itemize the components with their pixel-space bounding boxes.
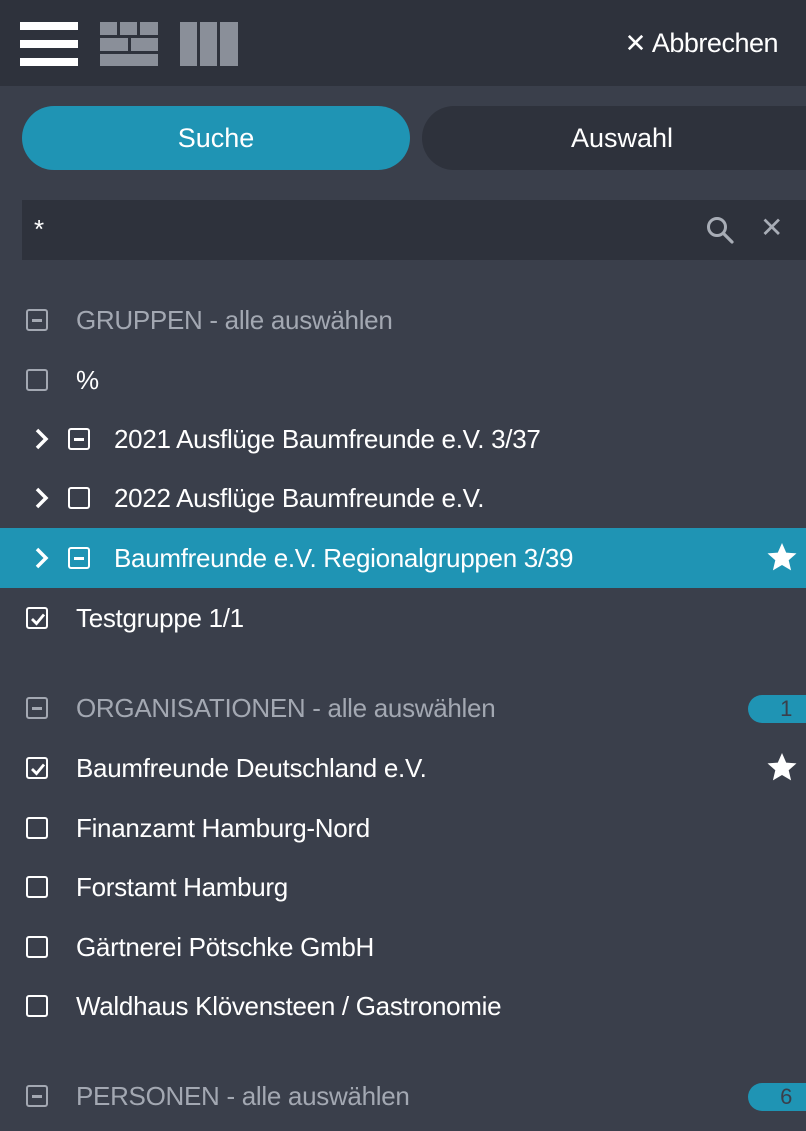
list-item-label: 2022 Ausflüge Baumfreunde e.V. — [114, 482, 485, 513]
checkbox[interactable] — [26, 369, 48, 391]
checkbox[interactable] — [68, 428, 90, 450]
close-icon: ✕ — [624, 28, 647, 58]
chevron-right-icon[interactable] — [34, 427, 50, 458]
list-item[interactable]: % — [0, 350, 806, 410]
star-icon[interactable] — [766, 542, 798, 579]
search-icon[interactable] — [706, 216, 734, 249]
groups-header-label: GRUPPEN - alle auswählen — [76, 304, 393, 335]
list-item[interactable]: Finanzamt Hamburg-Nord — [0, 798, 806, 858]
checkbox[interactable] — [26, 876, 48, 898]
list-item-label: 2021 Ausflüge Baumfreunde e.V. 3/37 — [114, 423, 541, 454]
list-item[interactable]: Gärtnerei Pötschke GmbH — [0, 917, 806, 977]
cancel-label: Abbrechen — [651, 28, 779, 58]
checkbox[interactable] — [26, 817, 48, 839]
tab-auswahl[interactable]: Auswahl — [422, 106, 806, 170]
checkbox-checked[interactable] — [26, 757, 48, 779]
tab-bar: Suche Auswahl — [22, 106, 806, 170]
select-all-persons-checkbox[interactable] — [26, 1085, 48, 1107]
list-item[interactable]: 2021 Ausflüge Baumfreunde e.V. 3/37 — [0, 409, 806, 469]
grid-view-icon[interactable] — [100, 22, 158, 71]
organisations-header-label: ORGANISATIONEN - alle auswählen — [76, 692, 496, 723]
checkbox[interactable] — [68, 487, 90, 509]
checkbox[interactable] — [26, 936, 48, 958]
tab-suche[interactable]: Suche — [22, 106, 410, 170]
column-view-icon[interactable] — [180, 22, 238, 71]
search-bar: * ✕ — [22, 200, 806, 260]
list-item-label: Testgruppe 1/1 — [76, 602, 244, 633]
star-icon[interactable] — [766, 752, 798, 789]
groups-header[interactable]: GRUPPEN - alle auswählen — [0, 290, 806, 350]
list-item-label: Baumfreunde Deutschland e.V. — [76, 752, 427, 783]
list-item-label: Gärtnerei Pötschke GmbH — [76, 931, 374, 962]
checkbox-checked[interactable] — [26, 607, 48, 629]
list-item[interactable]: Waldhaus Klövensteen / Gastronomie — [0, 976, 806, 1036]
persons-header-label: PERSONEN - alle auswählen — [76, 1080, 410, 1111]
search-input[interactable]: * — [34, 214, 44, 245]
list-item-label: % — [76, 364, 99, 395]
list-item-label: Baumfreunde e.V. Regionalgruppen 3/39 — [114, 542, 574, 573]
list-view-icon[interactable] — [20, 22, 78, 71]
chevron-right-icon[interactable] — [34, 546, 50, 577]
checkbox[interactable] — [26, 995, 48, 1017]
top-toolbar: ✕ Abbrechen — [0, 0, 806, 86]
select-all-organisations-checkbox[interactable] — [26, 697, 48, 719]
count-badge: 1 — [748, 695, 806, 723]
list-item[interactable]: Baumfreunde Deutschland e.V. — [0, 738, 806, 798]
list-item-selected[interactable]: Baumfreunde e.V. Regionalgruppen 3/39 — [0, 528, 806, 588]
list-item-label: Forstamt Hamburg — [76, 871, 288, 902]
cancel-button[interactable]: ✕ Abbrechen — [624, 28, 779, 59]
list-item-label: Finanzamt Hamburg-Nord — [76, 812, 370, 843]
checkbox[interactable] — [68, 547, 90, 569]
list-item[interactable]: Testgruppe 1/1 — [0, 588, 806, 648]
select-all-groups-checkbox[interactable] — [26, 309, 48, 331]
persons-header[interactable]: PERSONEN - alle auswählen 6 — [0, 1066, 806, 1126]
organisations-header[interactable]: ORGANISATIONEN - alle auswählen 1 — [0, 678, 806, 738]
count-badge: 6 — [748, 1083, 806, 1111]
clear-search-icon[interactable]: ✕ — [760, 214, 783, 242]
list-item-label: Waldhaus Klövensteen / Gastronomie — [76, 990, 502, 1021]
list-item[interactable]: Forstamt Hamburg — [0, 857, 806, 917]
chevron-right-icon[interactable] — [34, 486, 50, 517]
list-item[interactable]: 2022 Ausflüge Baumfreunde e.V. — [0, 468, 806, 528]
